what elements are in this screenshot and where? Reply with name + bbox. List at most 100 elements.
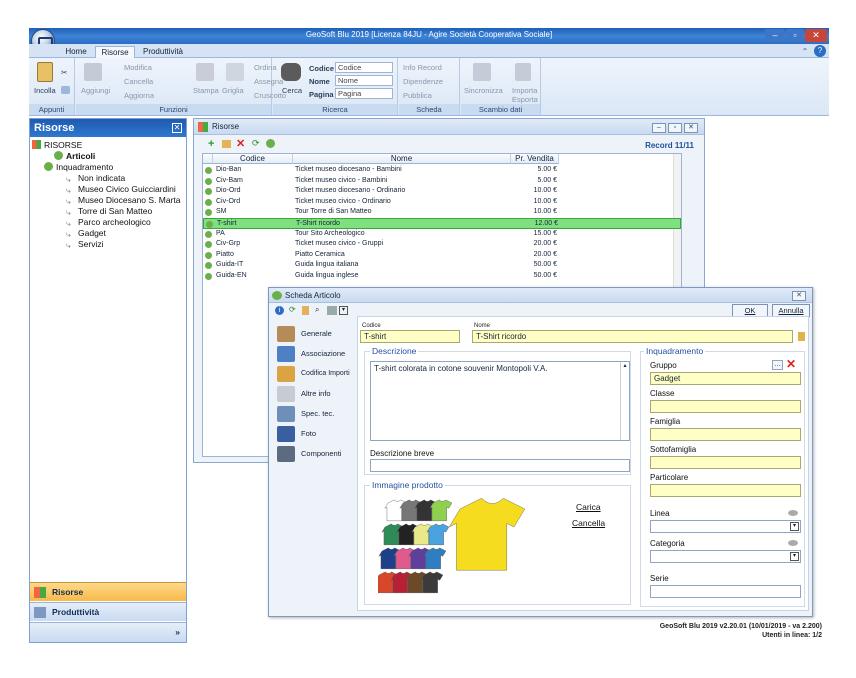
descrizione-textarea[interactable]: T-shirt colorata in cotone souvenir Mont… xyxy=(370,361,630,441)
refresh-icon[interactable]: ⟳ xyxy=(289,305,296,314)
left-panel-close-icon[interactable]: ✕ xyxy=(172,123,182,133)
search-button[interactable]: Cerca xyxy=(282,86,302,95)
table-row[interactable]: Civ-Grp Ticket museo civico - Gruppi 20.00… xyxy=(203,239,681,250)
table-row[interactable]: Civ-Bam Ticket museo civico - Bambini 5.00… xyxy=(203,176,681,187)
section-altre-info[interactable]: Altre info xyxy=(275,384,350,404)
descrizione-breve-field[interactable] xyxy=(370,459,630,472)
tree-node-torre[interactable]: ⤷ Torre di San Matteo xyxy=(66,206,152,217)
section-spec-tec[interactable]: Spec. tec. xyxy=(275,404,350,424)
search-nome-input[interactable]: Nome xyxy=(335,75,393,86)
close-icon[interactable]: ✕ xyxy=(684,123,698,133)
textarea-scrollbar[interactable]: ▴ xyxy=(620,362,629,440)
group-filter-icon[interactable] xyxy=(266,139,275,148)
tree-node-parco[interactable]: ⤷ Parco archeologico xyxy=(66,217,151,228)
section-componenti[interactable]: Componenti xyxy=(275,444,350,464)
section-codifica-importi[interactable]: Codifica Importi xyxy=(275,364,350,384)
tree-node-servizi[interactable]: ⤷ Servizi xyxy=(66,239,104,250)
nav-produttivita[interactable]: Produttività xyxy=(30,602,186,621)
tshirt-variant xyxy=(423,547,447,570)
column-header-codice[interactable]: Codice xyxy=(213,154,293,164)
edit-record-icon[interactable] xyxy=(222,140,231,148)
categoria-eraser-icon[interactable] xyxy=(788,540,798,546)
tree-node-museo-diocesano[interactable]: ⤷ Museo Diocesano S. Marta xyxy=(66,195,181,206)
dependencies-button[interactable]: Dipendenze xyxy=(403,77,443,86)
tab-home[interactable]: Home xyxy=(61,46,91,58)
table-row[interactable]: SM Tour Torre di San Matteo 10.00 € xyxy=(203,207,681,218)
section-associazione[interactable]: Associazione xyxy=(275,344,350,364)
table-row[interactable]: PA Tour Sito Archeologico 15.00 € xyxy=(203,229,681,240)
gruppo-select-button[interactable]: … xyxy=(772,360,783,370)
restore-icon[interactable]: ▫ xyxy=(668,123,682,133)
add-button[interactable]: Aggiungi xyxy=(81,86,110,95)
nav-more-icon[interactable]: » xyxy=(30,622,186,642)
info-icon[interactable]: i xyxy=(275,306,284,315)
export-button[interactable]: Esporta xyxy=(512,95,538,104)
clipboard-icon[interactable] xyxy=(37,62,53,82)
serie-field[interactable] xyxy=(650,585,801,598)
classe-field[interactable] xyxy=(650,400,801,413)
minimize-icon[interactable]: – xyxy=(652,123,666,133)
help-icon[interactable]: ? xyxy=(814,45,826,57)
table-row[interactable]: Guida-EN Guida lingua inglese 50.00 € xyxy=(203,271,681,282)
close-window-button[interactable]: ✕ xyxy=(805,29,827,42)
collapse-ribbon-icon[interactable]: ⌃ xyxy=(799,46,811,58)
section-foto[interactable]: Foto xyxy=(275,424,350,444)
nav-risorse[interactable]: Risorse xyxy=(30,582,186,601)
tree-node-inquadramento[interactable]: Inquadramento xyxy=(44,162,113,173)
cancella-link[interactable]: Cancella xyxy=(572,518,605,528)
gruppo-field[interactable]: Gadget xyxy=(650,372,801,385)
tab-produttivita[interactable]: Produttività xyxy=(139,46,187,58)
cell-codice: Guida-IT xyxy=(216,261,244,269)
linea-select[interactable]: ▾ xyxy=(650,520,801,533)
print-button[interactable]: Stampa xyxy=(193,86,219,95)
tree-node-risorse[interactable]: RISORSE xyxy=(32,140,82,151)
delete-record-icon[interactable]: ✕ xyxy=(236,137,245,150)
table-row[interactable]: Dio-Ban Ticket museo diocesano - Bambini 5… xyxy=(203,165,681,176)
edit-button[interactable]: Modifica xyxy=(124,63,152,72)
info-record-button[interactable]: Info Record xyxy=(403,63,442,72)
minimize-button[interactable]: – xyxy=(765,29,785,42)
add-record-icon[interactable]: + xyxy=(208,138,214,150)
table-row[interactable]: Civ-Ord Ticket museo civico - Ordinario 10… xyxy=(203,197,681,208)
table-row[interactable]: T-shirt T-Shirt ricordo 12.00 € xyxy=(203,218,681,229)
carica-link[interactable]: Carica xyxy=(576,502,601,512)
tree-node-articoli[interactable]: Articoli xyxy=(54,151,95,162)
scissors-icon[interactable]: ✂ xyxy=(61,68,67,77)
refresh-record-icon[interactable]: ⟳ xyxy=(252,138,260,149)
sottofamiglia-field[interactable] xyxy=(650,456,801,469)
lock-icon[interactable] xyxy=(302,306,309,315)
particolare-field[interactable] xyxy=(650,484,801,497)
tree-node-gadget[interactable]: ⤷ Gadget xyxy=(66,228,106,239)
print-icon[interactable] xyxy=(327,306,337,315)
format-painter-icon[interactable] xyxy=(61,86,70,94)
column-header-nome[interactable]: Nome xyxy=(293,154,511,164)
famiglia-field[interactable] xyxy=(650,428,801,441)
table-row[interactable]: Dio-Ord Ticket museo diocesano - Ordinari… xyxy=(203,186,681,197)
section-generale[interactable]: Generale xyxy=(275,324,350,344)
delete-button[interactable]: Cancella xyxy=(124,77,153,86)
table-row[interactable]: Guida-IT Guida lingua italiana 50.00 € xyxy=(203,260,681,271)
tree-node-non-indicata[interactable]: ⤷ Non indicata xyxy=(66,173,125,184)
scheda-close-icon[interactable]: ✕ xyxy=(792,291,806,301)
search-codice-input[interactable]: Codice xyxy=(335,62,393,73)
categoria-select[interactable]: ▾ xyxy=(650,550,801,563)
maximize-button[interactable]: ▫ xyxy=(786,29,804,42)
tree-node-museo-civico[interactable]: ⤷ Museo Civico Guicciardini xyxy=(66,184,176,195)
import-button[interactable]: Importa xyxy=(512,86,537,95)
dropdown-icon[interactable]: ▾ xyxy=(339,306,348,315)
column-header-prezzo[interactable]: Pr. Vendita xyxy=(511,154,559,164)
descrizione-title: Descrizione xyxy=(370,346,419,356)
refresh-button[interactable]: Aggiorna xyxy=(124,91,154,100)
tab-risorse[interactable]: Risorse xyxy=(95,46,135,58)
grid-button[interactable]: Griglia xyxy=(222,86,244,95)
search-icon[interactable]: ⌕ xyxy=(315,305,319,315)
gruppo-clear-icon[interactable]: ✕ xyxy=(786,357,796,371)
codice-field[interactable]: T-shirt xyxy=(360,330,460,343)
table-row[interactable]: Piatto Piatto Ceramica 20.00 € xyxy=(203,250,681,261)
publish-button[interactable]: Pubblica xyxy=(403,91,432,100)
search-pagina-input[interactable]: Pagina xyxy=(335,88,393,99)
nome-field[interactable]: T-Shirt ricordo xyxy=(472,330,793,343)
sync-button[interactable]: Sincronizza xyxy=(464,86,503,95)
linea-eraser-icon[interactable] xyxy=(788,510,798,516)
paste-button[interactable]: Incolla xyxy=(34,86,56,95)
